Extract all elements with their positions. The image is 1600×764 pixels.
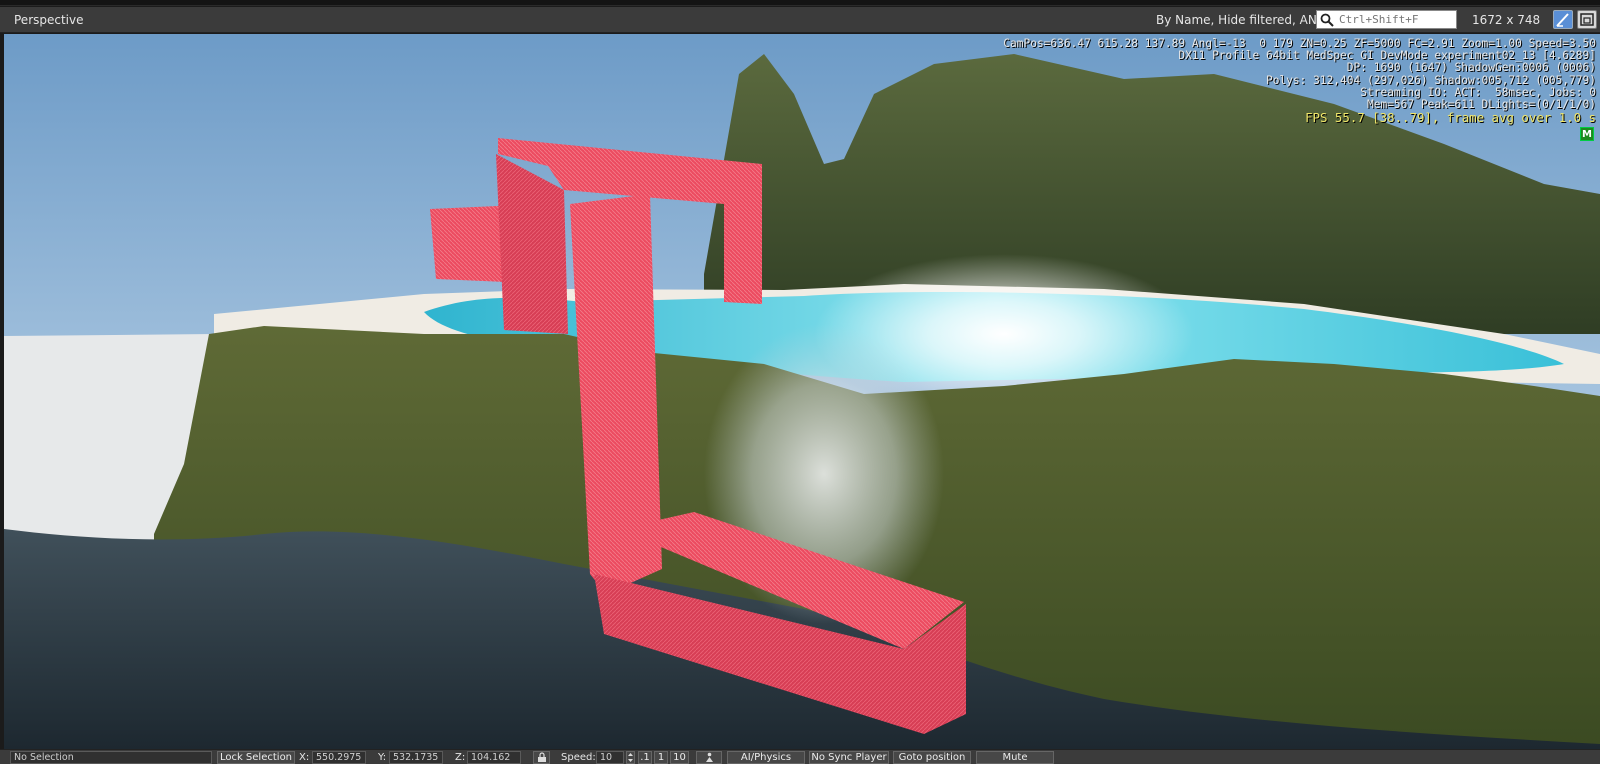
tool-button[interactable] xyxy=(1553,10,1573,29)
speed-preset-0.1[interactable]: .1 xyxy=(638,751,652,764)
lock-selection-button[interactable]: Lock Selection xyxy=(217,751,295,764)
maximize-button[interactable] xyxy=(1577,10,1597,29)
mute-button[interactable]: Mute xyxy=(976,751,1054,764)
sync-player-button[interactable]: No Sync Player xyxy=(809,751,889,764)
y-coordinate-field[interactable]: 532.1735 xyxy=(389,751,443,764)
viewport-titlebar: Perspective By Name, Hide filtered, AND … xyxy=(0,7,1600,33)
lock-icon xyxy=(537,752,546,762)
status-bar: No Selection Lock Selection X: 550.2975 … xyxy=(0,749,1600,764)
maximize-icon xyxy=(1580,13,1594,26)
x-coordinate-field[interactable]: 550.2975 xyxy=(312,751,366,764)
viewport-title[interactable]: Perspective xyxy=(14,13,84,27)
spinner-arrows-icon xyxy=(628,753,633,762)
speed-label: Speed: xyxy=(561,752,596,763)
editor-window: Perspective By Name, Hide filtered, AND … xyxy=(0,0,1600,764)
m-badge[interactable]: M xyxy=(1580,127,1594,141)
pick-tool-icon xyxy=(1556,13,1569,27)
search-box[interactable] xyxy=(1316,10,1457,29)
lock-icon-button[interactable] xyxy=(533,751,550,764)
goto-position-button[interactable]: Goto position xyxy=(893,751,971,764)
person-icon xyxy=(705,752,713,762)
resolution-label[interactable]: 1672 x 748 xyxy=(1472,13,1540,27)
speed-field[interactable]: 10 xyxy=(596,751,624,764)
3d-viewport[interactable]: CamPos=636.47 615.28 137.89 Angl=-13 0 1… xyxy=(4,34,1600,749)
speed-preset-10[interactable]: 10 xyxy=(670,751,689,764)
stats-line: DP: 1690 (1647) ShadowGen:0006 (0006) xyxy=(1346,61,1596,75)
menu-strip xyxy=(0,0,1600,6)
stats-line: Polys: 312,404 (297,026) Shadow:005,712 … xyxy=(1265,73,1596,87)
ai-physics-button[interactable]: AI/Physics xyxy=(727,751,805,764)
y-label: Y: xyxy=(378,752,387,763)
x-label: X: xyxy=(299,752,310,763)
debug-stats-overlay: CamPos=636.47 615.28 137.89 Angl=-13 0 1… xyxy=(1003,37,1596,126)
z-label: Z: xyxy=(455,752,466,763)
search-icon xyxy=(1320,13,1334,27)
filter-mode-label[interactable]: By Name, Hide filtered, AND xyxy=(1156,13,1326,27)
selection-status: No Selection xyxy=(10,751,212,764)
terrain-follow-button[interactable] xyxy=(696,751,722,764)
speed-spinner[interactable] xyxy=(626,751,635,764)
z-coordinate-field[interactable]: 104.162 xyxy=(467,751,521,764)
search-input[interactable] xyxy=(1339,12,1455,27)
speed-preset-1[interactable]: 1 xyxy=(654,751,668,764)
scene-render[interactable] xyxy=(4,34,1600,749)
fps-readout: FPS 55.7 [38..79], frame avg over 1.0 s xyxy=(1305,110,1596,126)
